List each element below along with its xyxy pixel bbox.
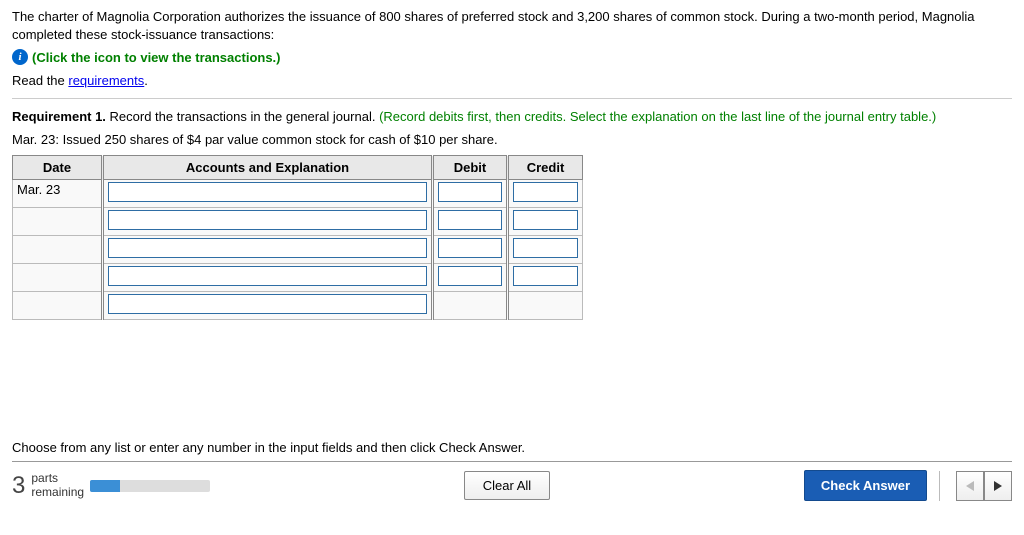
footer-bar: 3 parts remaining Clear All Check Answer [12, 470, 1012, 501]
parts-remaining: 3 parts remaining [12, 472, 210, 500]
debit-input[interactable] [438, 238, 502, 258]
date-cell [13, 264, 103, 292]
check-answer-button[interactable]: Check Answer [804, 470, 927, 501]
accounts-cell [103, 180, 433, 208]
debit-input[interactable] [438, 210, 502, 230]
table-row [13, 208, 583, 236]
requirement-label: Requirement 1. [12, 109, 106, 124]
debit-cell [433, 264, 508, 292]
accounts-cell [103, 264, 433, 292]
parts-count: 3 [12, 472, 25, 500]
view-transactions-link[interactable]: (Click the icon to view the transactions… [32, 50, 281, 65]
accounts-input[interactable] [108, 266, 427, 286]
header-debit: Debit [433, 156, 508, 180]
transaction-text: Mar. 23: Issued 250 shares of $4 par val… [12, 132, 1012, 147]
header-date: Date [13, 156, 103, 180]
parts-label-top: parts [31, 472, 84, 485]
accounts-cell [103, 236, 433, 264]
accounts-input[interactable] [108, 210, 427, 230]
date-cell [13, 208, 103, 236]
accounts-input[interactable] [108, 294, 427, 314]
debit-cell [433, 208, 508, 236]
credit-input[interactable] [513, 210, 578, 230]
divider [939, 471, 940, 501]
credit-input[interactable] [513, 182, 578, 202]
debit-cell [433, 292, 508, 320]
accounts-cell [103, 292, 433, 320]
parts-label-bottom: remaining [31, 486, 84, 499]
prev-button[interactable] [956, 471, 984, 501]
requirement-text: Record the transactions in the general j… [106, 109, 379, 124]
debit-cell [433, 180, 508, 208]
credit-cell [508, 180, 583, 208]
separator [12, 98, 1012, 99]
header-accounts: Accounts and Explanation [103, 156, 433, 180]
debit-cell [433, 236, 508, 264]
date-cell [13, 236, 103, 264]
debit-input[interactable] [438, 182, 502, 202]
credit-input[interactable] [513, 238, 578, 258]
credit-cell [508, 292, 583, 320]
header-credit: Credit [508, 156, 583, 180]
next-button[interactable] [984, 471, 1012, 501]
accounts-input[interactable] [108, 238, 427, 258]
info-icon[interactable]: i [12, 49, 28, 65]
requirements-link[interactable]: requirements [68, 73, 144, 88]
credit-input[interactable] [513, 266, 578, 286]
clear-all-button[interactable]: Clear All [464, 471, 550, 500]
credit-cell [508, 236, 583, 264]
debit-input[interactable] [438, 266, 502, 286]
requirement-instruction: (Record debits first, then credits. Sele… [379, 109, 936, 124]
credit-cell [508, 264, 583, 292]
accounts-cell [103, 208, 433, 236]
date-cell [13, 292, 103, 320]
problem-intro: The charter of Magnolia Corporation auth… [12, 8, 1012, 43]
read-the-text: Read the [12, 73, 68, 88]
period: . [144, 73, 148, 88]
footer-separator [12, 461, 1012, 462]
table-row: Mar. 23 [13, 180, 583, 208]
progress-bar [90, 480, 210, 492]
table-row [13, 292, 583, 320]
table-row [13, 236, 583, 264]
date-cell: Mar. 23 [13, 180, 103, 208]
table-row [13, 264, 583, 292]
credit-cell [508, 208, 583, 236]
journal-table: Date Accounts and Explanation Debit Cred… [12, 155, 583, 320]
choose-text: Choose from any list or enter any number… [12, 440, 1012, 455]
accounts-input[interactable] [108, 182, 427, 202]
